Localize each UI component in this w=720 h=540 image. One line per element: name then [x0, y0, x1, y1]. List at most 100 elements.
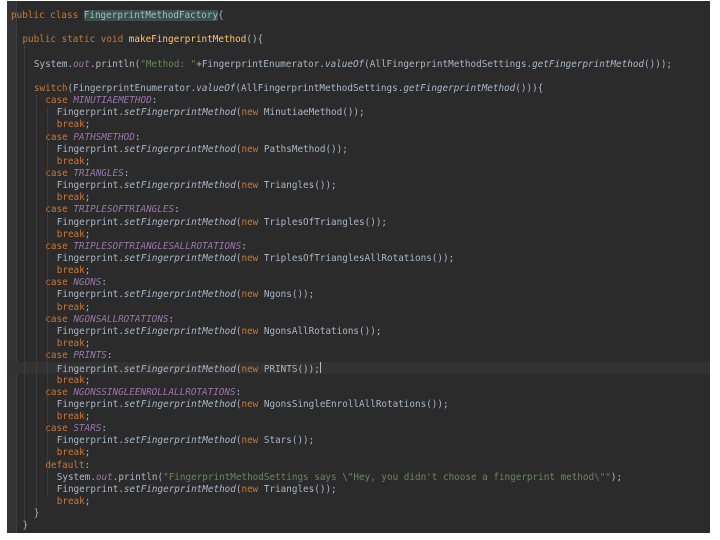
code-line[interactable]: }	[7, 508, 710, 520]
code-line[interactable]: case PRINTS:	[7, 350, 710, 362]
code-line-text: Fingerprint.setFingerprintMethod(new Tri…	[57, 180, 337, 192]
code-line[interactable]: Fingerprint.setFingerprintMethod(new Tri…	[7, 253, 710, 265]
code-token: new	[241, 216, 264, 228]
code-line[interactable]: break;	[7, 192, 710, 204]
code-line[interactable]: Fingerprint.setFingerprintMethod(new Tri…	[7, 484, 710, 496]
code-lines: public class FingerprintMethodFactory{pu…	[7, 1, 710, 533]
code-line[interactable]: Fingerprint.setFingerprintMethod(new Ngo…	[7, 326, 710, 338]
code-token: ;	[84, 228, 91, 240]
code-line[interactable]: case NGONSSINGLEENROLLALLROTATIONS:	[7, 387, 710, 399]
code-line[interactable]: default:	[7, 460, 710, 472]
code-line[interactable]: case PATHSMETHOD:	[7, 132, 710, 144]
code-token: .println(	[112, 471, 164, 483]
code-line-text: public static void makeFingerprintMethod…	[22, 34, 263, 46]
code-line[interactable]: break;	[7, 447, 710, 459]
code-token: new	[241, 289, 264, 301]
code-token: new	[241, 435, 264, 447]
code-line[interactable]: break;	[7, 119, 710, 131]
code-token: case	[45, 167, 74, 179]
code-token: NGONSALLROTATIONS	[73, 313, 169, 325]
code-line[interactable]: case NGONS:	[7, 277, 710, 289]
code-token: :	[174, 204, 180, 216]
code-token: TriplesOfTriangles());	[263, 216, 388, 228]
code-token: out	[73, 58, 90, 70]
code-token: Ngons());	[263, 289, 315, 301]
code-line[interactable]: public class FingerprintMethodFactory{	[7, 10, 710, 22]
code-token: (){	[246, 34, 264, 46]
code-line[interactable]: switch(FingerprintEnumerator.valueOf(All…	[7, 83, 710, 95]
code-line[interactable]	[7, 46, 710, 58]
code-line[interactable]: case TRIPLESOFTRIANGLES:	[7, 204, 710, 216]
code-line[interactable]	[7, 22, 710, 34]
code-editor[interactable]: public class FingerprintMethodFactory{pu…	[7, 1, 710, 533]
code-line[interactable]: Fingerprint.setFingerprintMethod(new Ngo…	[7, 399, 710, 411]
code-token: case	[45, 277, 74, 289]
code-line-text: case PRINTS:	[45, 350, 112, 362]
code-line[interactable]: break;	[7, 229, 710, 241]
code-line[interactable]: Fingerprint.setFingerprintMethod(new Tri…	[7, 217, 710, 229]
code-line[interactable]: break;	[7, 375, 710, 387]
code-token: switch	[33, 82, 68, 94]
code-token: PATHSMETHOD	[73, 131, 135, 143]
code-line[interactable]: Fingerprint.setFingerprintMethod(new Tri…	[7, 180, 710, 192]
code-token: Fingerprint.	[56, 483, 124, 495]
code-line[interactable]: case TRIPLESOFTRIANGLESALLROTATIONS:	[7, 241, 710, 253]
code-line[interactable]: break;	[7, 156, 710, 168]
code-line[interactable]: case NGONSALLROTATIONS:	[7, 314, 710, 326]
code-token: NGONS	[73, 277, 102, 289]
code-line-text: Fingerprint.setFingerprintMethod(new Ngo…	[57, 289, 315, 301]
code-token: TRIPLESOFTRIANGLES	[73, 204, 175, 216]
code-line-text: break;	[57, 496, 91, 508]
code-line[interactable]: break;	[7, 265, 710, 277]
code-line-text: break;	[57, 411, 91, 423]
code-line[interactable]	[7, 71, 710, 83]
code-line[interactable]: System.out.println("FingerprintMethodSet…	[7, 472, 710, 484]
code-line[interactable]: Fingerprint.setFingerprintMethod(new Sta…	[7, 435, 710, 447]
code-line-text: break;	[57, 265, 91, 277]
code-token: ;	[84, 338, 91, 350]
code-line[interactable]: System.out.println("Method: "+Fingerprin…	[7, 59, 710, 71]
code-line[interactable]: break;	[7, 338, 710, 350]
code-token: NGONSSINGLEENROLLALLROTATIONS	[73, 386, 236, 398]
code-token: setFingerprintMethod	[123, 325, 236, 337]
code-line[interactable]: break;	[7, 496, 710, 508]
code-line-text: break;	[57, 192, 91, 204]
code-token: case	[45, 313, 74, 325]
code-line[interactable]: case TRIANGLES:	[7, 168, 710, 180]
code-token: Fingerprint.	[56, 435, 124, 447]
code-token: ;	[84, 192, 91, 204]
code-line[interactable]: Fingerprint.setFingerprintMethod(new Pat…	[7, 144, 710, 156]
code-line-text: Fingerprint.setFingerprintMethod(new Pat…	[57, 144, 348, 156]
code-token: case	[45, 350, 74, 362]
code-line[interactable]: break;	[7, 411, 710, 423]
code-line[interactable]: Fingerprint.setFingerprintMethod(new Ngo…	[7, 289, 710, 301]
code-token: :	[151, 95, 158, 107]
code-token: break	[56, 119, 85, 131]
code-line-text: break;	[57, 119, 91, 131]
code-token: Fingerprint.	[56, 289, 124, 301]
code-token: new	[241, 253, 264, 264]
code-token: new	[241, 483, 264, 495]
code-line-text: case PATHSMETHOD:	[45, 132, 140, 144]
code-line-text: System.out.println("Method: "+Fingerprin…	[34, 59, 672, 71]
code-line[interactable]: break;	[7, 302, 710, 314]
code-token: ;	[84, 301, 91, 313]
code-line-text: break;	[57, 338, 91, 350]
code-token: MinutiaeMethod());	[263, 107, 365, 119]
code-token: Fingerprint.	[56, 107, 124, 119]
code-token: public class	[11, 10, 84, 21]
code-token: setFingerprintMethod	[123, 216, 236, 228]
code-line[interactable]: }	[7, 520, 710, 532]
code-line[interactable]: case MINUTIAEMETHOD:	[7, 95, 710, 107]
code-line[interactable]: public static void makeFingerprintMethod…	[7, 34, 710, 46]
code-token: :	[241, 240, 247, 252]
code-token: break	[56, 192, 85, 204]
code-line-text: Fingerprint.setFingerprintMethod(new Tri…	[57, 253, 454, 265]
code-line[interactable]: case STARS:	[7, 423, 710, 435]
code-line[interactable]: Fingerprint.setFingerprintMethod(new Min…	[7, 107, 710, 119]
code-line-text: case TRIPLESOFTRIANGLESALLROTATIONS:	[45, 241, 247, 253]
code-line-text: }	[22, 520, 28, 532]
code-line[interactable]: Fingerprint.setFingerprintMethod(new PRI…	[7, 362, 710, 375]
code-line-text: case STARS:	[45, 423, 107, 435]
code-line-text: case NGONSSINGLEENROLLALLROTATIONS:	[45, 387, 241, 399]
